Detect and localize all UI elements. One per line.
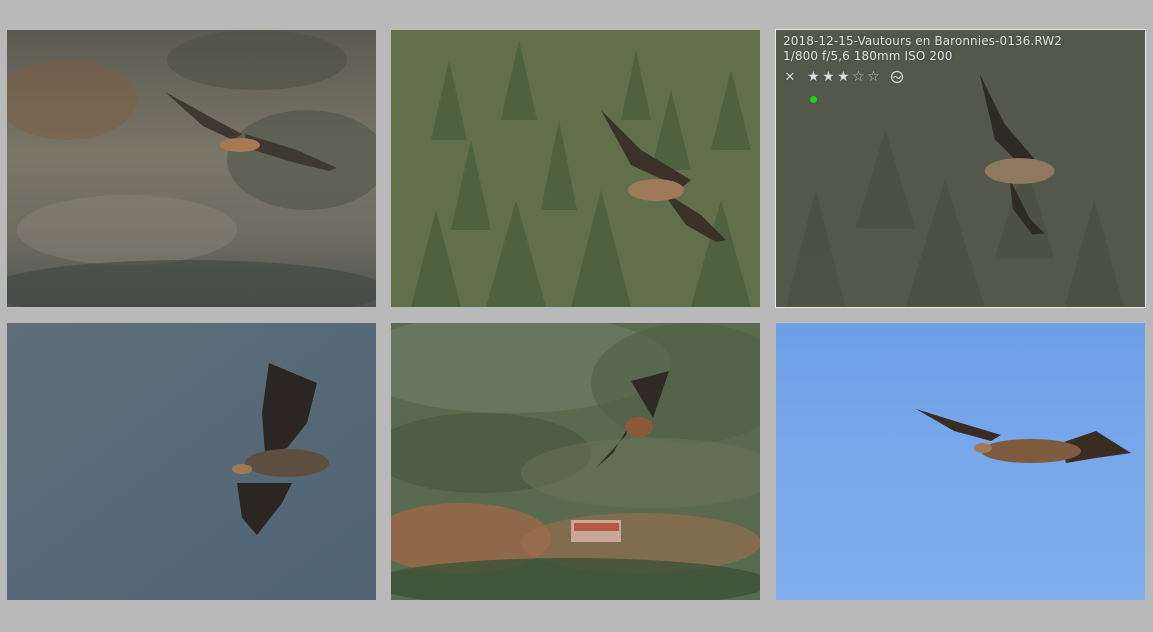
vulture-photo-gray-sky [7, 323, 376, 600]
star-rating: ★ ★ ★ ☆ ☆ [806, 69, 881, 85]
vulture-photo-cliff [7, 30, 376, 307]
vulture-photo-forest [391, 30, 760, 307]
vulture-photo-blue-sky [776, 323, 1145, 600]
star-icon[interactable]: ★ [836, 69, 851, 85]
star-outline-icon[interactable]: ☆ [866, 69, 881, 85]
filename-label: 2018-12-15-Vautours en Baronnies-0136.RW… [783, 34, 1062, 48]
star-outline-icon[interactable]: ☆ [851, 69, 866, 85]
lighttable-grid: 2018-12-15-Vautours en Baronnies-0136.RW… [0, 0, 1153, 632]
color-label-green-dot[interactable] [810, 96, 817, 103]
thumbnail-3-selected[interactable]: 2018-12-15-Vautours en Baronnies-0136.RW… [775, 29, 1146, 308]
thumbnail-info-overlay: 2018-12-15-Vautours en Baronnies-0136.RW… [783, 34, 1139, 85]
rating-row: ✕ ★ ★ ★ ☆ ☆ [783, 69, 1139, 85]
thumbnail-6[interactable] [776, 323, 1145, 600]
altered-icon[interactable] [890, 70, 904, 84]
thumbnail-1[interactable] [7, 30, 376, 307]
exif-label: 1/800 f/5,6 180mm ISO 200 [783, 49, 953, 63]
thumbnail-4[interactable] [7, 323, 376, 600]
close-icon[interactable]: ✕ [783, 70, 797, 85]
thumbnail-5[interactable] [391, 323, 760, 600]
star-icon[interactable]: ★ [806, 69, 821, 85]
thumbnail-2[interactable] [391, 30, 760, 307]
vulture-photo-hillside [391, 323, 760, 600]
star-icon[interactable]: ★ [821, 69, 836, 85]
